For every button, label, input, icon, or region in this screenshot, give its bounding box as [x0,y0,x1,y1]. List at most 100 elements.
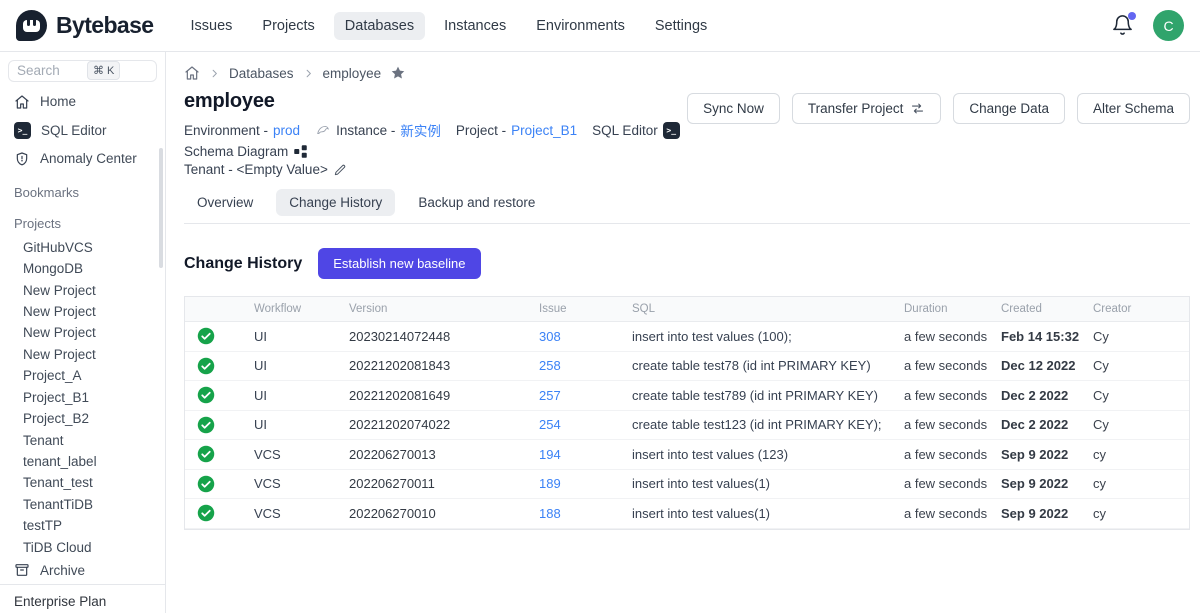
issue-link[interactable]: 258 [539,358,561,373]
issue-cell: 258 [525,358,618,373]
creator-cell: Cy [1079,388,1189,403]
workflow-cell: UI [240,417,335,432]
sidebar-item-home[interactable]: Home [0,88,165,116]
sidebar-project-item[interactable]: New Project [0,299,165,320]
table-header-row: Workflow Version Issue SQL Duration Crea… [185,297,1189,322]
sidebar-project-item[interactable]: New Project [0,342,165,363]
transfer-project-button[interactable]: Transfer Project [792,93,942,124]
schema-diagram-link[interactable]: Schema Diagram [184,144,308,159]
button-label: Transfer Project [808,101,904,116]
sidebar-project-item[interactable]: MongoDB [0,256,165,277]
sql-cell: create table test123 (id int PRIMARY KEY… [618,417,890,432]
tab-change-history[interactable]: Change History [276,189,395,216]
table-row[interactable]: VCS 202206270011 189 insert into test va… [185,470,1189,500]
version-cell: 202206270011 [335,476,525,491]
sidebar-project-item[interactable]: TiDB Cloud [0,535,165,556]
breadcrumb-employee[interactable]: employee [323,66,382,81]
search-box[interactable]: ⌘ K [8,60,157,82]
header-creator: Creator [1079,303,1189,315]
issue-link[interactable]: 254 [539,417,561,432]
table-row[interactable]: UI 20221202081843 258 create table test7… [185,352,1189,382]
sidebar-item-anomaly-center[interactable]: Anomaly Center [0,145,165,173]
version-cell: 202206270010 [335,506,525,521]
sidebar-project-item[interactable]: Tenant_test [0,470,165,491]
breadcrumb-home-icon[interactable] [184,65,200,81]
transfer-arrows-icon [910,101,925,116]
table-row[interactable]: VCS 202206270013 194 insert into test va… [185,440,1189,470]
issue-link[interactable]: 257 [539,388,561,403]
notifications-button[interactable] [1111,14,1135,38]
topnav-item[interactable]: Instances [433,12,517,40]
topnav-item[interactable]: Environments [525,12,636,40]
creator-cell: Cy [1079,417,1189,432]
created-cell: Feb 14 15:32 [987,329,1079,344]
change-data-button[interactable]: Change Data [953,93,1065,124]
version-cell: 202206270013 [335,447,525,462]
topnav-item[interactable]: Projects [251,12,325,40]
workflow-cell: UI [240,329,335,344]
edit-pencil-icon[interactable] [333,163,347,177]
sidebar-project-item[interactable]: New Project [0,320,165,341]
search-shortcut-badge: ⌘ K [87,61,120,80]
page-header-left: employee Environment - prod Instance - 新… [184,81,687,177]
success-check-icon [197,327,215,345]
search-input[interactable] [17,63,87,78]
user-avatar[interactable]: C [1153,10,1184,41]
sidebar-project-item[interactable]: testTP [0,513,165,534]
sidebar-project-item[interactable]: GitHubVCS [0,235,165,256]
table-row[interactable]: VCS 202206270010 188 insert into test va… [185,499,1189,529]
topnav-item[interactable]: Databases [334,12,425,40]
issue-cell: 188 [525,506,618,521]
chevron-right-icon [303,68,314,79]
sidebar-project-item[interactable]: TenantTiDB [0,492,165,513]
button-label: Sync Now [703,101,764,116]
issue-cell: 189 [525,476,618,491]
sidebar-project-item[interactable]: Tenant [0,428,165,449]
sidebar-project-item[interactable]: New Project [0,278,165,299]
topnav-item[interactable]: Issues [179,12,243,40]
workflow-cell: VCS [240,506,335,521]
project-link[interactable]: Project_B1 [511,123,577,138]
engine-icon [315,123,331,137]
instance-link[interactable]: 新实例 [400,120,441,140]
sidebar-project-item[interactable]: tenant_label [0,449,165,470]
table-row[interactable]: UI 20230214072448 308 insert into test v… [185,322,1189,352]
breadcrumb-databases[interactable]: Databases [229,66,294,81]
chevron-right-icon [209,68,220,79]
alter-schema-button[interactable]: Alter Schema [1077,93,1190,124]
sidebar-item-label: SQL Editor [41,123,107,138]
plan-label[interactable]: Enterprise Plan [0,584,165,613]
sidebar-scrollbar[interactable] [159,148,163,268]
sql-cell: create table test789 (id int PRIMARY KEY… [618,388,890,403]
sql-editor-link[interactable]: SQL Editor [592,122,680,139]
sidebar-project-item[interactable]: Project_B1 [0,385,165,406]
issue-link[interactable]: 308 [539,329,561,344]
sql-editor-label: SQL Editor [592,123,658,138]
tab-bar: Overview Change History Backup and resto… [184,189,1190,224]
tenant-meta: Tenant - <Empty Value> [184,162,347,177]
tab-overview[interactable]: Overview [184,189,266,216]
success-check-icon [197,416,215,434]
tab-backup-restore[interactable]: Backup and restore [405,189,548,216]
sidebar-project-item[interactable]: Project_A [0,363,165,384]
star-icon[interactable] [390,65,406,81]
bytebase-logo[interactable]: Bytebase [16,10,153,41]
sql-cell: insert into test values (100); [618,329,890,344]
issue-link[interactable]: 194 [539,447,561,462]
issue-link[interactable]: 188 [539,506,561,521]
environment-link[interactable]: prod [273,123,300,138]
sync-now-button[interactable]: Sync Now [687,93,780,124]
created-cell: Dec 2 2022 [987,388,1079,403]
establish-baseline-button[interactable]: Establish new baseline [318,248,480,279]
sidebar-item-archive[interactable]: Archive [0,556,165,584]
issue-cell: 194 [525,447,618,462]
tenant-meta-row: Tenant - <Empty Value> [184,162,687,177]
instance-label: Instance - [336,123,395,138]
topnav-item[interactable]: Settings [644,12,718,40]
table-row[interactable]: UI 20221202074022 254 create table test1… [185,411,1189,441]
sidebar-item-label: Archive [40,563,85,578]
sidebar-item-sql-editor[interactable]: SQL Editor [0,116,165,145]
sidebar-project-item[interactable]: Project_B2 [0,406,165,427]
issue-link[interactable]: 189 [539,476,561,491]
table-row[interactable]: UI 20221202081649 257 create table test7… [185,381,1189,411]
